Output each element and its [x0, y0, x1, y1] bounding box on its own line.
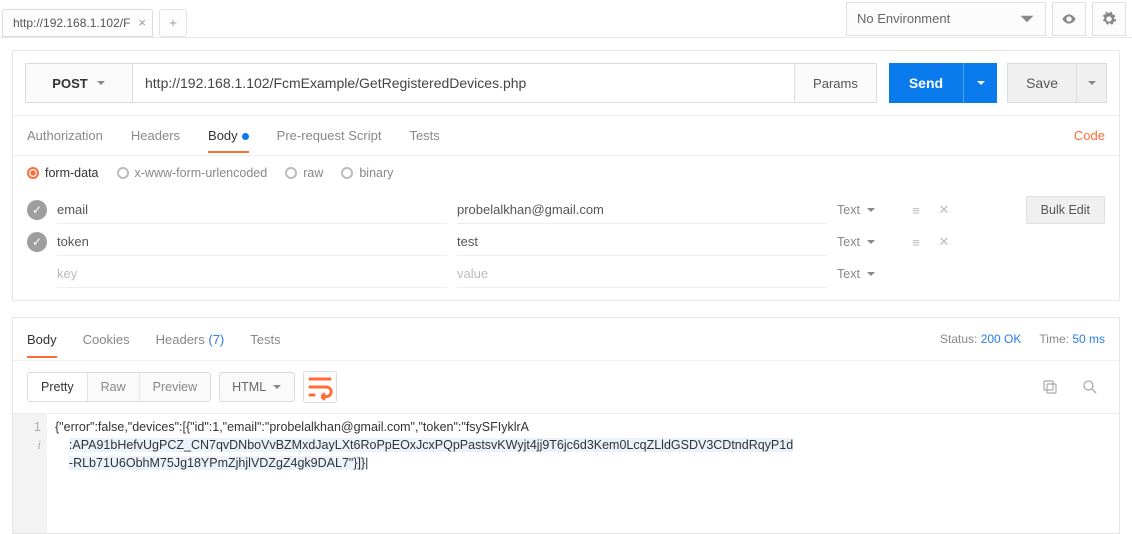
wrap-icon [304, 371, 336, 403]
copy-icon [1041, 378, 1059, 396]
response-tab-headers[interactable]: Headers (7) [156, 321, 225, 358]
chevron-down-icon [866, 205, 876, 215]
radio-icon [117, 167, 129, 179]
tab-prerequest[interactable]: Pre-request Script [277, 118, 382, 153]
radio-icon [341, 167, 353, 179]
environment-select[interactable]: No Environment [846, 2, 1046, 36]
environment-label: No Environment [857, 11, 950, 26]
key-input[interactable] [57, 228, 447, 256]
response-status: Status: 200 OK [940, 332, 1021, 346]
delete-row-icon[interactable]: ✕ [935, 202, 953, 218]
reorder-icon[interactable]: ≡ [907, 203, 925, 218]
row-enabled-toggle[interactable] [27, 264, 47, 284]
chevron-down-icon [96, 78, 106, 88]
eye-icon [1061, 11, 1077, 27]
params-button[interactable]: Params [795, 63, 877, 103]
request-tab-title: http://192.168.1.102/F [13, 16, 130, 30]
save-button[interactable]: Save [1007, 63, 1077, 103]
method-label: POST [52, 76, 87, 91]
value-input[interactable] [457, 260, 827, 288]
copy-response-button[interactable] [1035, 372, 1065, 402]
response-content[interactable]: {"error":false,"devices":[{"id":1,"email… [47, 414, 1119, 533]
bodytype-urlencoded[interactable]: x-www-form-urlencoded [117, 166, 268, 180]
tab-authorization[interactable]: Authorization [27, 118, 103, 153]
search-response-button[interactable] [1075, 372, 1105, 402]
view-pretty-button[interactable]: Pretty [28, 373, 87, 401]
gutter: 1i [13, 414, 47, 533]
tab-headers[interactable]: Headers [131, 118, 180, 153]
chevron-down-icon [866, 269, 876, 279]
response-tab-cookies[interactable]: Cookies [83, 321, 130, 358]
send-dropdown-button[interactable] [963, 63, 997, 103]
radio-icon [285, 167, 297, 179]
wrap-lines-button[interactable] [303, 371, 337, 403]
url-input[interactable] [133, 63, 795, 103]
view-raw-button[interactable]: Raw [87, 373, 139, 401]
method-select[interactable]: POST [25, 63, 133, 103]
reorder-icon[interactable]: ≡ [907, 235, 925, 250]
response-panel: Body Cookies Headers (7) Tests Status: 2… [12, 317, 1120, 534]
response-body: 1i {"error":false,"devices":[{"id":1,"em… [13, 413, 1119, 533]
type-select[interactable]: Text [837, 203, 897, 217]
type-select[interactable]: Text [837, 267, 897, 281]
bodytype-binary[interactable]: binary [341, 166, 393, 180]
generate-code-link[interactable]: Code [1074, 128, 1105, 143]
tab-body[interactable]: Body [208, 118, 249, 153]
delete-row-icon[interactable]: ✕ [935, 234, 953, 250]
settings-button[interactable] [1092, 2, 1126, 36]
radio-icon [27, 167, 39, 179]
bodytype-formdata[interactable]: form-data [27, 166, 99, 180]
view-mode-segment: Pretty Raw Preview [27, 372, 211, 402]
gear-icon [1101, 11, 1117, 27]
chevron-down-icon [272, 382, 282, 392]
request-builder: POST Params Send Save Authorization Head… [12, 50, 1120, 301]
view-preview-button[interactable]: Preview [139, 373, 210, 401]
search-icon [1081, 378, 1099, 396]
response-time: Time: 50 ms [1039, 332, 1105, 346]
response-tab-body[interactable]: Body [27, 321, 57, 358]
chevron-down-icon [1087, 78, 1097, 88]
bulk-edit-button[interactable]: Bulk Edit [1026, 196, 1105, 224]
save-dropdown-button[interactable] [1077, 63, 1107, 103]
response-tab-tests[interactable]: Tests [250, 321, 280, 358]
close-tab-icon[interactable]: × [138, 15, 146, 30]
modified-dot-icon [242, 133, 249, 140]
key-input[interactable] [57, 260, 447, 288]
format-select[interactable]: HTML [219, 372, 295, 402]
chevron-down-icon [976, 78, 986, 88]
chevron-down-icon [1019, 11, 1035, 27]
type-select[interactable]: Text [837, 235, 897, 249]
row-enabled-toggle[interactable]: ✓ [27, 232, 47, 252]
bodytype-raw[interactable]: raw [285, 166, 323, 180]
row-enabled-toggle[interactable]: ✓ [27, 200, 47, 220]
environment-quicklook-button[interactable] [1052, 2, 1086, 36]
tab-tests[interactable]: Tests [409, 118, 439, 153]
request-tab[interactable]: http://192.168.1.102/F × [2, 9, 153, 37]
chevron-down-icon [866, 237, 876, 247]
send-button[interactable]: Send [889, 63, 963, 103]
value-input[interactable] [457, 228, 827, 256]
value-input[interactable] [457, 196, 827, 224]
add-tab-button[interactable]: + [159, 9, 187, 37]
key-input[interactable] [57, 196, 447, 224]
